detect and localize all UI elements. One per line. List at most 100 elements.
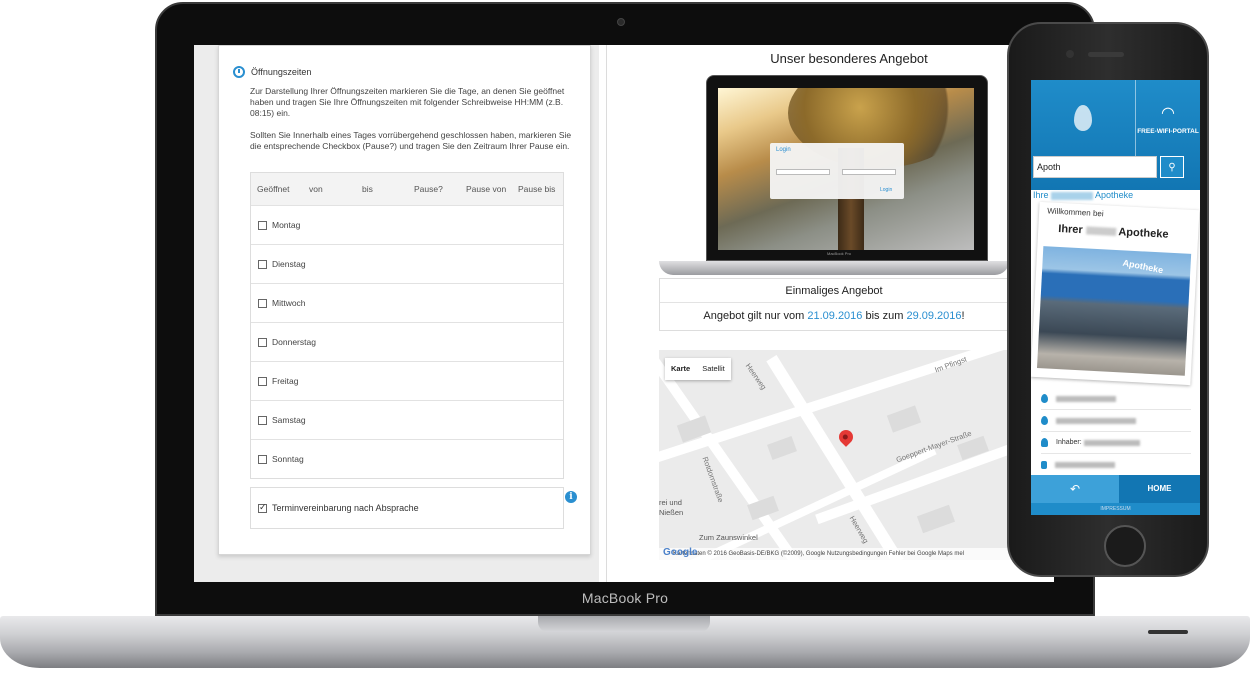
- poi-label: rei und: [659, 498, 682, 507]
- back-arrow-icon: ↶: [1069, 482, 1081, 496]
- clock-icon: [233, 66, 245, 78]
- location-pin-icon: [1041, 416, 1048, 425]
- search-input[interactable]: Apoth: [1033, 156, 1157, 178]
- appointment-label: Terminvereinbarung nach Absprache: [272, 503, 419, 513]
- pharmacy-title: Ihre Apotheke: [1033, 190, 1133, 200]
- impressum-link[interactable]: IMPRESSUM: [1031, 503, 1200, 515]
- wifi-portal-link[interactable]: ◠ FREE-WIFI-PORTAL: [1135, 80, 1200, 160]
- column-header-pause-from: Pause von: [466, 184, 507, 194]
- appointment-option: Terminvereinbarung nach Absprache: [250, 487, 564, 529]
- search-icon: ⚲: [1168, 162, 1176, 173]
- day-row-saturday: Samstag: [251, 400, 563, 439]
- day-row-friday: Freitag: [251, 361, 563, 400]
- table-header: Geöffnet von bis Pause? Pause von Pause …: [251, 173, 563, 205]
- panel-divider: [606, 45, 607, 582]
- mini-laptop-brand: MacBook Pro: [826, 251, 851, 256]
- street-label: Heerweg: [743, 361, 769, 392]
- phone-item: [1041, 454, 1191, 476]
- owner-label: Inhaber:: [1056, 439, 1082, 446]
- day-row-monday: Montag: [251, 205, 563, 244]
- home-button[interactable]: HOME: [1119, 475, 1200, 503]
- map-building: [886, 405, 922, 433]
- day-label: Donnerstag: [272, 337, 316, 347]
- blurred-name: [1085, 226, 1116, 237]
- map-attribution: Kartendaten © 2016 GeoBasis-DE/BKG (©200…: [659, 548, 1019, 560]
- mini-login-card: Login Login: [770, 143, 904, 199]
- poi-label: Nießen: [659, 508, 684, 517]
- location-pin-icon: [1041, 394, 1048, 403]
- address-item: [1041, 388, 1191, 410]
- form-panel: Öffnungszeiten Zur Darstellung Ihrer Öff…: [194, 45, 599, 582]
- mini-login-title: Login: [776, 147, 791, 153]
- welcome-name-start: Ihrer: [1057, 222, 1084, 237]
- pause-description-text: Sollten Sie Innerhalb eines Tages vorrüb…: [250, 130, 572, 151]
- section-header: Öffnungszeiten: [233, 66, 311, 78]
- map-type-control: Karte Satellit: [665, 358, 731, 380]
- contact-info-list: Inhaber:: [1041, 388, 1191, 476]
- back-button[interactable]: ↶: [1031, 475, 1119, 503]
- phone-header: ◠ FREE-WIFI-PORTAL Apoth ⚲: [1031, 80, 1200, 190]
- google-logo: Google: [663, 547, 698, 558]
- blurred-text: [1056, 417, 1136, 424]
- offer-box: Einmaliges Angebot Angebot gilt nur vom …: [659, 278, 1009, 331]
- column-header-to: bis: [362, 184, 373, 194]
- info-icon[interactable]: i: [565, 491, 577, 503]
- map-marker-icon[interactable]: [836, 427, 856, 447]
- mini-password-field: [842, 169, 896, 175]
- person-icon: [1041, 438, 1048, 447]
- map-tab-satellit[interactable]: Satellit: [696, 358, 731, 380]
- day-label: Sonntag: [272, 454, 304, 464]
- phone-icon: [1041, 460, 1047, 469]
- description-text: Zur Darstellung Ihrer Öffnungszeiten mar…: [250, 86, 565, 118]
- day-checkbox[interactable]: [258, 454, 267, 464]
- appointment-checkbox[interactable]: [258, 502, 267, 513]
- day-checkbox[interactable]: [258, 259, 267, 269]
- mini-laptop-screen: Login Login: [718, 88, 974, 250]
- date-to: 29.09.2016: [906, 310, 962, 322]
- welcome-greeting: Willkommen bei: [1046, 206, 1104, 219]
- phone-screen: ◠ FREE-WIFI-PORTAL Apoth ⚲ Ihre Apotheke…: [1031, 80, 1200, 515]
- day-checkbox[interactable]: [258, 337, 267, 347]
- search-button[interactable]: ⚲: [1160, 156, 1184, 178]
- column-header-pause-to: Pause bis: [518, 184, 556, 194]
- day-row-sunday: Sonntag: [251, 439, 563, 478]
- phone-home-button: [1104, 525, 1146, 567]
- mini-login-button: Login: [880, 187, 893, 193]
- day-label: Mittwoch: [272, 298, 306, 308]
- column-header-open: Geöffnet: [257, 184, 290, 194]
- offer-validity: Angebot gilt nur vom 21.09.2016 bis zum …: [660, 303, 1008, 330]
- webcam-icon: [617, 18, 625, 26]
- column-header-pause: Pause?: [414, 184, 443, 194]
- welcome-card: Willkommen bei Ihrer Apotheke Apotheke: [1031, 201, 1200, 386]
- day-checkbox[interactable]: [258, 415, 267, 425]
- location-map[interactable]: Karte Satellit Heerweg Rotdornstraße Goe…: [659, 350, 1019, 560]
- blurred-text: [1083, 439, 1140, 446]
- date-from: 21.09.2016: [807, 310, 863, 322]
- storefront-photo: Apotheke: [1036, 246, 1192, 376]
- validity-middle: bis zum: [865, 310, 904, 322]
- day-label: Samstag: [272, 415, 306, 425]
- map-tab-karte[interactable]: Karte: [665, 358, 696, 380]
- brand-logo: [1031, 80, 1134, 160]
- day-row-tuesday: Dienstag: [251, 244, 563, 283]
- city-item: [1041, 410, 1191, 432]
- pharmacy-title-end: Apotheke: [1095, 190, 1134, 200]
- day-checkbox[interactable]: [258, 376, 267, 386]
- validity-prefix: Angebot gilt nur vom: [703, 310, 805, 322]
- offer-image-laptop: Login Login MacBook Pro: [659, 75, 1009, 277]
- pharmacy-title-start: Ihre: [1033, 190, 1049, 200]
- day-row-thursday: Donnerstag: [251, 322, 563, 361]
- laptop-screen: Öffnungszeiten Zur Darstellung Ihrer Öff…: [194, 45, 1054, 582]
- offer-title: Unser besonderes Angebot: [770, 51, 928, 66]
- store-sign: Apotheke: [1121, 257, 1165, 276]
- mini-username-field: [776, 169, 830, 175]
- map-building: [767, 436, 797, 460]
- front-camera-icon: [1066, 50, 1074, 58]
- wifi-label: FREE-WIFI-PORTAL: [1137, 127, 1199, 135]
- day-label: Freitag: [272, 376, 299, 386]
- phone-speaker: [1088, 52, 1124, 57]
- day-checkbox[interactable]: [258, 298, 267, 308]
- day-checkbox[interactable]: [258, 220, 267, 230]
- opening-hours-table: Geöffnet von bis Pause? Pause von Pause …: [250, 172, 564, 479]
- mini-laptop-base: [659, 261, 1009, 275]
